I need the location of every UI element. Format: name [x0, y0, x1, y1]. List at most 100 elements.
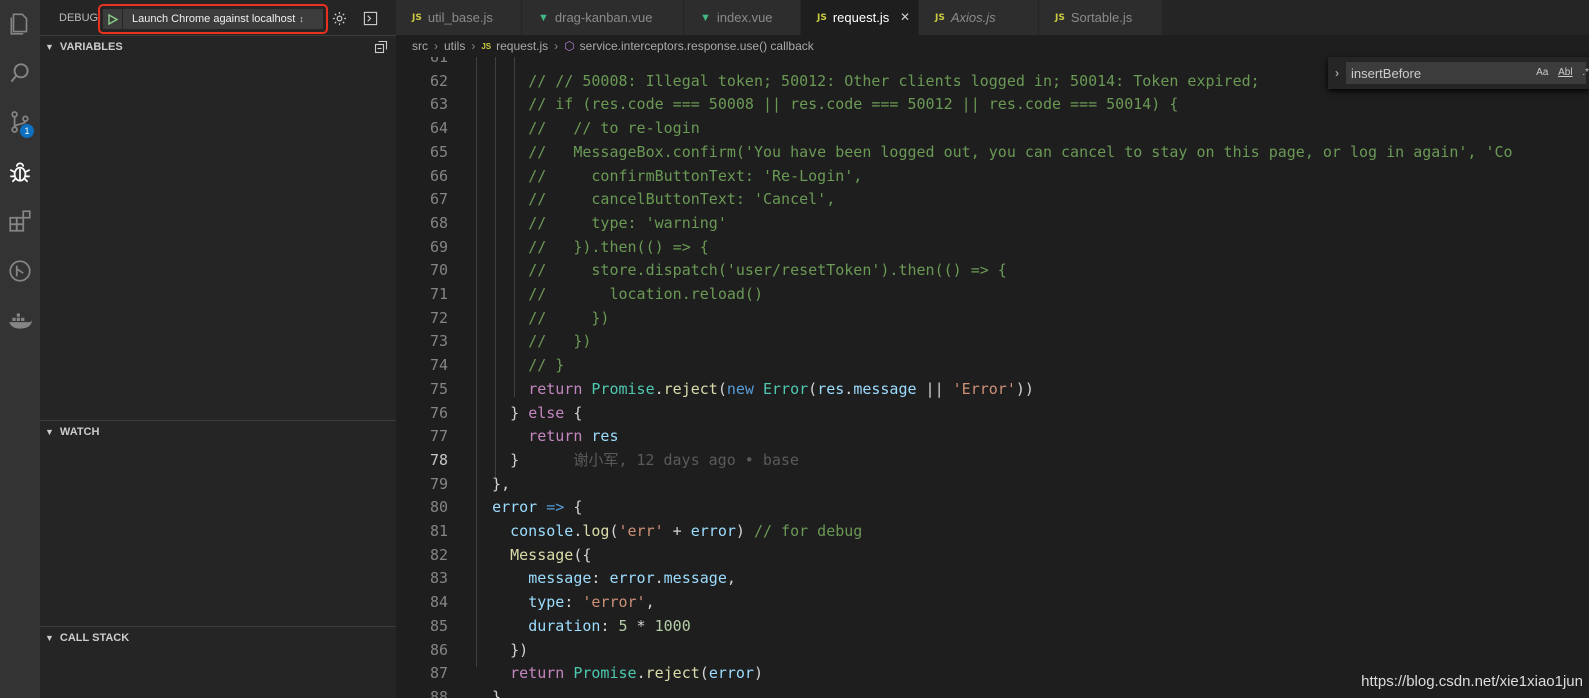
line-number: 86 [429, 640, 448, 659]
indent-guide [476, 57, 477, 667]
code-line[interactable]: 78 } 谢小军, 12 days ago • base [396, 448, 1589, 472]
chevron-right-icon: › [471, 39, 476, 53]
line-number: 79 [429, 474, 448, 493]
launch-config-dropdown[interactable]: Launch Chrome against localhost ↕ [103, 9, 323, 29]
line-code: return Promise.reject(new Error(res.mess… [528, 379, 1034, 398]
tab-sortable-js[interactable]: JS Sortable.js [1039, 0, 1163, 35]
line-number: 75 [429, 379, 448, 398]
start-debugging-icon[interactable] [103, 9, 123, 29]
line-number: 76 [429, 403, 448, 422]
line-number: 73 [429, 332, 448, 351]
code-line[interactable]: 73 // }) [396, 329, 1589, 353]
js-file-icon: JS [481, 41, 492, 51]
debug-console-icon[interactable] [361, 9, 379, 27]
collapse-all-icon[interactable] [374, 40, 388, 54]
explorer-icon[interactable] [0, 4, 40, 44]
debug-title: DEBUG [59, 12, 99, 24]
line-number: 77 [429, 427, 448, 446]
js-file-icon: JS [935, 12, 945, 23]
code-line[interactable]: 66 // confirmButtonText: 'Re-Login', [396, 164, 1589, 188]
line-code: console.log('err' + error) // for debug [510, 522, 863, 540]
code-line[interactable]: 72 // }) [396, 306, 1589, 330]
code-line[interactable]: 64 // // to re-login [396, 116, 1589, 140]
line-code: duration: 5 * 1000 [528, 616, 691, 635]
js-file-icon: JS [817, 12, 827, 23]
watch-section-header[interactable]: ▼ WATCH [40, 420, 396, 442]
vue-file-icon: ▼ [538, 11, 549, 24]
tab-axios-js[interactable]: JS Axios.js [919, 0, 1039, 35]
tab-util-base[interactable]: JS util_base.js [396, 0, 522, 35]
breadcrumb-item[interactable]: request.js [496, 39, 548, 53]
code-line[interactable]: 84 type: 'error', [396, 590, 1589, 614]
match-case-toggle[interactable]: Aa [1536, 67, 1548, 78]
gear-icon[interactable] [330, 9, 348, 27]
line-number: 61 [429, 57, 448, 66]
code-line[interactable]: 68 // type: 'warning' [396, 211, 1589, 235]
code-line[interactable]: 85 duration: 5 * 1000 [396, 614, 1589, 638]
variables-section-header[interactable]: ▼ VARIABLES [40, 35, 396, 57]
code-line[interactable]: 65 // MessageBox.confirm('You have been … [396, 140, 1589, 164]
breadcrumb-item[interactable]: service.interceptors.response.use() call… [580, 39, 814, 53]
line-code: } [474, 687, 502, 698]
code-line[interactable]: 81 console.log('err' + error) // for deb… [396, 519, 1589, 543]
code-line[interactable]: 70 // store.dispatch('user/resetToken').… [396, 258, 1589, 282]
line-number: 68 [429, 213, 448, 232]
line-number: 88 [429, 687, 448, 698]
code-line[interactable]: 71 // location.reload() [396, 282, 1589, 306]
code-line[interactable]: 69 // }).then(() => { [396, 235, 1589, 259]
code-line[interactable]: 79 }, [396, 472, 1589, 496]
tab-request-js[interactable]: JS request.js ✕ [801, 0, 919, 35]
match-word-toggle[interactable]: Abl [1558, 67, 1572, 78]
source-control-icon[interactable] [0, 102, 40, 142]
line-number: 74 [429, 356, 448, 375]
gitlens-icon[interactable] [0, 251, 40, 291]
watermark: https://blog.csdn.net/xie1xiao1jun [1361, 673, 1583, 690]
line-number: 67 [429, 190, 448, 209]
line-number: 82 [429, 545, 448, 564]
code-line[interactable]: 67 // cancelButtonText: 'Cancel', [396, 187, 1589, 211]
line-code: // }) [528, 332, 592, 351]
scm-badge: 1 [20, 124, 34, 138]
breadcrumb-item[interactable]: src [412, 39, 428, 53]
close-icon[interactable]: ✕ [900, 10, 910, 24]
tab-drag-kanban[interactable]: ▼ drag-kanban.vue [522, 0, 684, 35]
line-code: // location.reload() [528, 285, 763, 303]
code-line[interactable]: 75 return Promise.reject(new Error(res.m… [396, 377, 1589, 401]
variables-title: VARIABLES [59, 40, 123, 53]
line-code: } else { [474, 403, 583, 422]
debug-icon[interactable] [0, 152, 40, 192]
line-number: 80 [429, 498, 448, 517]
debug-toolbar: DEBUG Launch Chrome against localhost ↕ [40, 0, 396, 36]
breadcrumb: src › utils › JS request.js › ⬡ service.… [396, 35, 1589, 57]
search-icon[interactable] [0, 53, 40, 93]
code-line[interactable]: 63 // if (res.code === 50008 || res.code… [396, 92, 1589, 116]
tab-index-vue[interactable]: ▼ index.vue [684, 0, 801, 35]
code-line[interactable]: 82 Message({ [396, 543, 1589, 567]
breadcrumb-item[interactable]: utils [444, 39, 465, 53]
code-line[interactable]: 80 error => { [396, 495, 1589, 519]
line-code: error => { [492, 498, 583, 517]
line-code: // // to re-login [528, 119, 700, 138]
docker-icon[interactable] [0, 301, 40, 341]
line-code: }, [474, 474, 511, 493]
call-stack-section-header[interactable]: ▼ CALL STACK [40, 626, 396, 648]
chevron-down-icon: ▼ [45, 632, 54, 643]
code-line[interactable]: 76 } else { [396, 401, 1589, 425]
line-number: 72 [429, 308, 448, 327]
code-line[interactable]: 77 return res [396, 424, 1589, 448]
regex-toggle[interactable]: .* [1582, 67, 1589, 78]
code-editor[interactable]: 61 62 // // 50008: Illegal token; 50012: … [396, 57, 1589, 698]
line-code: // type: 'warning' [528, 213, 727, 232]
line-number: 85 [429, 616, 448, 635]
line-number: 87 [429, 664, 448, 683]
line-code: } 谢小军, 12 days ago • base [474, 450, 799, 469]
code-line[interactable]: 83 message: error.message, [396, 566, 1589, 590]
extensions-icon[interactable] [0, 201, 40, 241]
line-number: 64 [429, 119, 448, 138]
code-line[interactable]: 86 }) [396, 638, 1589, 662]
line-code: // store.dispatch('user/resetToken').the… [528, 261, 1007, 280]
chevron-right-icon[interactable]: › [1328, 66, 1346, 80]
code-line[interactable]: 74 // } [396, 353, 1589, 377]
line-number: 83 [429, 569, 448, 588]
line-code: // } [528, 356, 565, 375]
